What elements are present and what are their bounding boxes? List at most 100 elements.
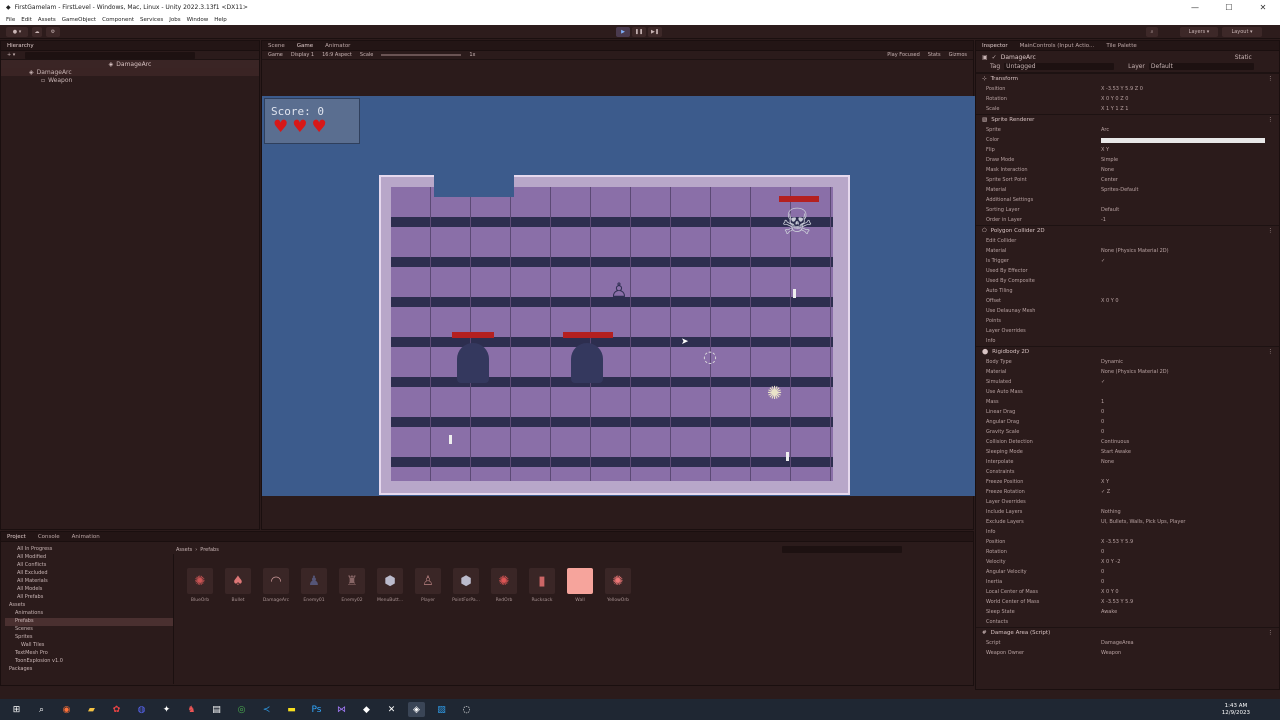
file-explorer-icon[interactable]: ▰ — [83, 702, 100, 717]
app-icon[interactable]: ✕ — [383, 702, 400, 717]
pause-button[interactable]: ❚❚ — [632, 27, 646, 37]
asset-item[interactable]: ✺ YellowOrb — [601, 568, 635, 603]
component-menu-icon[interactable]: ⋮ — [1268, 76, 1274, 82]
photoshop-icon[interactable]: Ps — [308, 702, 325, 717]
app-icon[interactable]: ♞ — [183, 702, 200, 717]
breadcrumb-assets[interactable]: Assets — [176, 547, 192, 553]
property-value[interactable]: Center — [1101, 177, 1279, 183]
property-value[interactable]: X 0 Y -2 — [1101, 559, 1279, 565]
property-value[interactable] — [1101, 137, 1265, 143]
discord-icon[interactable]: ◍ — [133, 702, 150, 717]
tree-item[interactable]: Sprites — [5, 634, 173, 642]
property-value[interactable]: Continuous — [1101, 439, 1279, 445]
hierarchy-search-input[interactable] — [25, 51, 196, 59]
windows-start-icon[interactable]: ⊞ — [8, 702, 25, 717]
tree-item[interactable]: Animations — [5, 610, 173, 618]
menu-jobs[interactable]: Jobs — [169, 17, 180, 23]
tree-item[interactable]: TextMesh Pro — [5, 650, 173, 658]
layout-dropdown[interactable]: Layout ▾ — [1222, 27, 1262, 37]
search-icon[interactable]: ⌕ — [33, 702, 50, 717]
asset-item[interactable]: ▮ Rucksack — [525, 568, 559, 603]
tree-item[interactable]: All Excluded — [5, 570, 173, 578]
property-value[interactable]: X -3.53 Y 5.9 — [1101, 539, 1279, 545]
tree-item[interactable]: Assets — [5, 602, 173, 610]
property-value[interactable]: X 0 Y 0 Z 0 — [1101, 96, 1279, 102]
property-value[interactable]: None — [1101, 459, 1279, 465]
property-value[interactable]: X Y — [1101, 147, 1279, 153]
script-section-header[interactable]: # Damage Area (Script) ⋮ — [976, 627, 1279, 638]
tree-item[interactable]: Scenes — [5, 626, 173, 634]
property-value[interactable]: ✓ — [1101, 379, 1279, 385]
property-value[interactable]: Dynamic — [1101, 359, 1279, 365]
tree-item[interactable]: All Prefabs — [5, 594, 173, 602]
menu-assets[interactable]: Assets — [38, 17, 56, 23]
property-value[interactable]: Simple — [1101, 157, 1279, 163]
property-value[interactable]: Default — [1101, 207, 1279, 213]
app-icon[interactable]: ▬ — [283, 702, 300, 717]
prefab-stage-header[interactable]: ◈ DamageArc — [1, 60, 259, 68]
obs-icon[interactable]: ◌ — [458, 702, 475, 717]
tree-item[interactable]: All Models — [5, 586, 173, 594]
app-icon[interactable]: ✿ — [108, 702, 125, 717]
tab-project[interactable]: Project — [7, 534, 26, 540]
property-value[interactable]: Nothing — [1101, 509, 1279, 515]
vscode-icon[interactable]: ≺ — [258, 702, 275, 717]
tree-item[interactable]: All In Progress — [5, 546, 173, 554]
game-mode-dropdown[interactable]: Game — [268, 52, 283, 58]
tab-console[interactable]: Console — [38, 534, 60, 540]
menu-help[interactable]: Help — [214, 17, 227, 23]
property-value[interactable]: -1 — [1101, 217, 1279, 223]
property-value[interactable]: 0 — [1101, 409, 1279, 415]
play-button[interactable]: ▶ — [616, 27, 630, 37]
sprite-renderer-section-header[interactable]: ▧ Sprite Renderer ⋮ — [976, 114, 1279, 125]
cloud-icon[interactable]: ☁ — [32, 27, 42, 37]
app-icon[interactable]: ▨ — [433, 702, 450, 717]
tree-item[interactable]: Wall Tiles — [5, 642, 173, 650]
menu-window[interactable]: Window — [187, 17, 209, 23]
asset-item[interactable]: ♟ Enemy01 — [297, 568, 331, 603]
menu-file[interactable]: File — [6, 17, 15, 23]
game-canvas[interactable]: Score: 0 ♥ ♥ ♥ ☠ ♙ ✺ ◌ ➤ — [262, 96, 975, 496]
account-button[interactable]: ● ▾ — [6, 27, 28, 37]
property-value[interactable]: X 1 Y 1 Z 1 — [1101, 106, 1279, 112]
property-value[interactable]: ✓ — [1101, 258, 1279, 264]
asset-item[interactable]: ♠ Bullet — [221, 568, 255, 603]
tab-tile-palette[interactable]: Tile Palette — [1106, 43, 1136, 49]
clock[interactable]: 1:43 AM 12/9/2023 — [1222, 703, 1250, 717]
maximize-button[interactable]: ☐ — [1212, 0, 1246, 15]
menu-gameobject[interactable]: GameObject — [62, 17, 96, 23]
active-checkbox[interactable]: ✓ — [992, 54, 997, 61]
property-value[interactable]: UI, Bullets, Walls, Pick Ups, Player — [1101, 519, 1279, 525]
property-value[interactable]: Weapon — [1101, 650, 1279, 656]
unity-hub-icon[interactable]: ◆ — [358, 702, 375, 717]
layer-dropdown[interactable]: Default — [1148, 63, 1254, 70]
collab-icon[interactable]: ⚙ — [46, 27, 60, 37]
property-value[interactable]: X 0 Y 0 — [1101, 298, 1279, 304]
property-value[interactable]: X -3.53 Y 5.9 Z 0 — [1101, 86, 1279, 92]
app-icon[interactable]: ▤ — [208, 702, 225, 717]
tree-item[interactable]: All Materials — [5, 578, 173, 586]
property-value[interactable]: X -3.53 Y 5.9 — [1101, 599, 1279, 605]
step-button[interactable]: ▶❚ — [648, 27, 662, 37]
property-value[interactable]: None — [1101, 167, 1279, 173]
tab-animation[interactable]: Animation — [72, 534, 100, 540]
asset-item[interactable]: ◠ DamageArc — [259, 568, 293, 603]
tag-dropdown[interactable]: Untagged — [1004, 63, 1115, 70]
app-icon[interactable]: ✦ — [158, 702, 175, 717]
minimize-button[interactable]: — — [1178, 0, 1212, 15]
tree-item[interactable]: Packages — [5, 666, 173, 674]
property-value[interactable]: 0 — [1101, 549, 1279, 555]
property-value[interactable]: None (Physics Material 2D) — [1101, 369, 1279, 375]
tree-item[interactable]: ToonExplosion v1.0 — [5, 658, 173, 666]
project-search-input[interactable] — [781, 546, 902, 553]
tab-animator[interactable]: Animator — [325, 43, 350, 49]
add-icon[interactable]: + ▾ — [7, 52, 15, 58]
display-dropdown[interactable]: Display 1 — [291, 52, 314, 58]
menu-edit[interactable]: Edit — [21, 17, 32, 23]
asset-item[interactable]: ✺ BlueOrb — [183, 568, 217, 603]
stats-button[interactable]: Stats — [928, 52, 941, 58]
property-value[interactable]: X Y — [1101, 479, 1279, 485]
visual-studio-icon[interactable]: ⋈ — [333, 702, 350, 717]
tree-item[interactable]: All Conflicts — [5, 562, 173, 570]
tab-scene[interactable]: Scene — [268, 43, 285, 49]
